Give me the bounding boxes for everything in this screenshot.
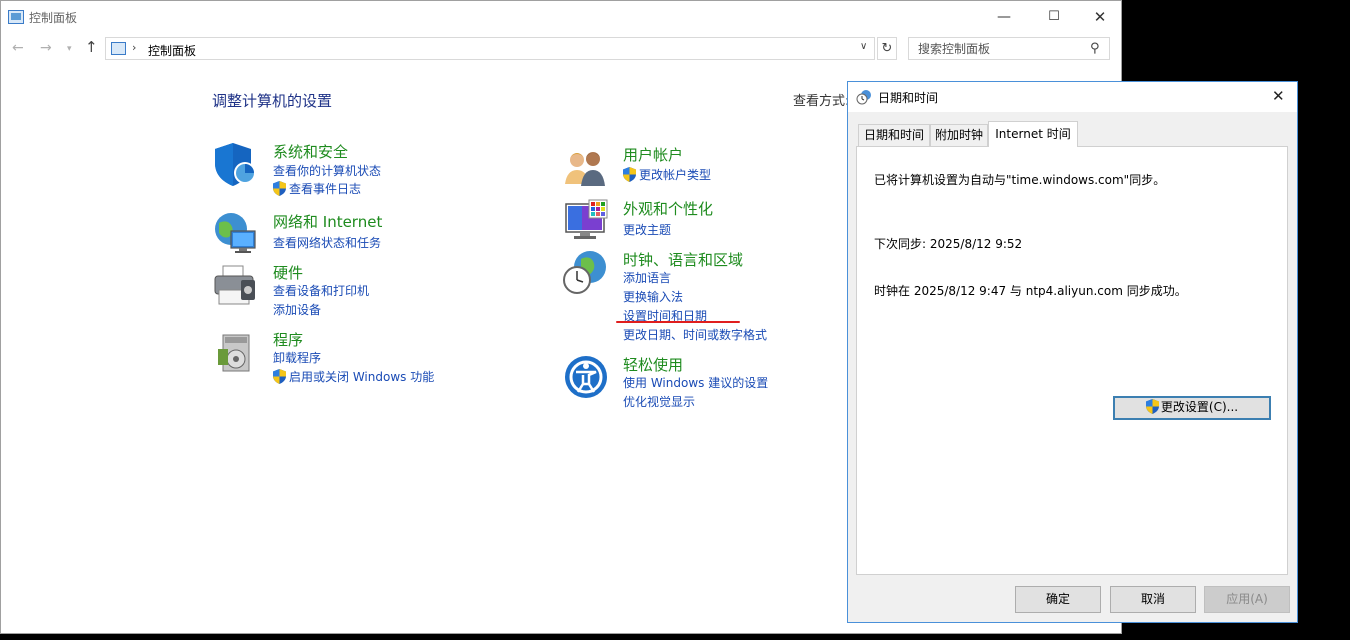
link-view-devices-printers[interactable]: 查看设备和打印机	[273, 282, 369, 299]
dialog-title-bar: 日期和时间 ✕	[848, 82, 1297, 112]
recent-locations-chevron-icon[interactable]: ▾	[67, 44, 72, 54]
category-programs: 程序 卸载程序 启用或关闭 Windows 功能	[213, 329, 473, 389]
category-user-accounts: 用户帐户 更改帐户类型	[563, 144, 823, 194]
security-shield-icon[interactable]	[213, 141, 259, 187]
uac-shield-icon	[273, 369, 286, 384]
category-title-network-internet[interactable]: 网络和 Internet	[273, 211, 382, 232]
dialog-title: 日期和时间	[878, 91, 939, 105]
link-change-theme[interactable]: 更改主题	[623, 221, 671, 238]
address-bar[interactable]: › 控制面板 ∨	[105, 37, 875, 60]
category-title-programs[interactable]: 程序	[273, 329, 303, 350]
category-title-system-security[interactable]: 系统和安全	[273, 141, 348, 162]
programs-icon[interactable]	[213, 329, 259, 375]
category-title-clock-language-region[interactable]: 时钟、语言和区域	[623, 249, 743, 270]
link-add-language[interactable]: 添加语言	[623, 269, 671, 286]
link-view-event-log-row[interactable]: 查看事件日志	[273, 180, 361, 197]
category-ease-of-access: 轻松使用 使用 Windows 建议的设置 优化视觉显示	[563, 354, 823, 409]
link-optimize-visual-display[interactable]: 优化视觉显示	[623, 393, 695, 410]
ok-button[interactable]: 确定	[1015, 586, 1101, 613]
sync-result: 时钟在 2025/8/12 9:47 与 ntp4.aliyun.com 同步成…	[874, 284, 1187, 298]
link-view-event-log[interactable]: 查看事件日志	[289, 182, 361, 196]
ease-of-access-icon[interactable]	[563, 354, 609, 400]
search-input[interactable]	[909, 38, 1084, 59]
cancel-button[interactable]: 取消	[1110, 586, 1196, 613]
users-icon[interactable]	[563, 144, 609, 190]
window-title: 控制面板	[29, 11, 78, 25]
close-icon[interactable]: ✕	[1272, 87, 1285, 105]
link-windows-features[interactable]: 启用或关闭 Windows 功能	[289, 370, 434, 384]
link-view-network-status[interactable]: 查看网络状态和任务	[273, 234, 381, 251]
breadcrumb-chevron-icon[interactable]: ›	[132, 41, 136, 54]
link-uninstall-program[interactable]: 卸载程序	[273, 349, 321, 366]
up-arrow-icon[interactable]: ↑	[85, 38, 98, 56]
minimize-button[interactable]: —	[981, 5, 1027, 29]
internet-time-panel: 已将计算机设置为自动与"time.windows.com"同步。 下次同步: 2…	[856, 146, 1288, 575]
close-button[interactable]: ✕	[1077, 5, 1123, 29]
category-title-user-accounts[interactable]: 用户帐户	[623, 144, 683, 165]
network-globe-icon[interactable]	[213, 211, 259, 257]
change-settings-label: 更改设置(C)...	[1160, 400, 1239, 414]
link-windows-features-row[interactable]: 启用或关闭 Windows 功能	[273, 368, 434, 385]
appearance-monitor-icon[interactable]	[563, 198, 609, 244]
link-view-computer-status[interactable]: 查看你的计算机状态	[273, 162, 381, 179]
category-title-appearance[interactable]: 外观和个性化	[623, 198, 713, 219]
control-panel-icon	[111, 42, 126, 55]
clock-globe-icon[interactable]	[563, 249, 609, 295]
category-network-internet: 网络和 Internet 查看网络状态和任务	[213, 211, 473, 261]
category-title-ease-of-access[interactable]: 轻松使用	[623, 354, 683, 375]
maximize-button[interactable]: ☐	[1031, 5, 1077, 29]
category-appearance: 外观和个性化 更改主题	[563, 198, 823, 243]
link-windows-recommended-settings[interactable]: 使用 Windows 建议的设置	[623, 374, 768, 391]
page-title: 调整计算机的设置	[212, 92, 333, 110]
sync-auto-status: 已将计算机设置为自动与"time.windows.com"同步。	[874, 173, 1166, 187]
link-change-account-type-row[interactable]: 更改帐户类型	[623, 166, 711, 183]
next-sync-time: 下次同步: 2025/8/12 9:52	[874, 237, 1023, 251]
link-add-device[interactable]: 添加设备	[273, 301, 321, 318]
link-change-account-type[interactable]: 更改帐户类型	[639, 168, 711, 182]
chevron-down-icon[interactable]: ∨	[860, 41, 867, 52]
search-box[interactable]: ⚲	[908, 37, 1110, 60]
navigation-bar: ← → ▾ ↑ › 控制面板 ∨ ↻ ⚲	[1, 35, 1121, 65]
tab-internet-time[interactable]: Internet 时间	[988, 121, 1078, 147]
refresh-button[interactable]: ↻	[877, 37, 897, 60]
change-settings-button[interactable]: 更改设置(C)...	[1113, 396, 1271, 420]
uac-shield-icon	[1146, 399, 1159, 414]
search-icon[interactable]: ⚲	[1090, 41, 1100, 56]
category-system-security: 系统和安全 查看你的计算机状态 查看事件日志	[213, 141, 473, 201]
category-title-hardware[interactable]: 硬件	[273, 262, 303, 283]
link-change-input-method[interactable]: 更换输入法	[623, 288, 683, 305]
uac-shield-icon	[273, 181, 286, 196]
date-time-dialog: 日期和时间 ✕ 日期和时间 附加时钟 Internet 时间 已将计算机设置为自…	[847, 81, 1298, 623]
view-by-label: 查看方式:	[793, 94, 850, 109]
date-time-icon	[856, 90, 871, 105]
category-clock-language-region: 时钟、语言和区域 添加语言 更换输入法 设置时间和日期 更改日期、时间或数字格式	[563, 249, 823, 344]
link-change-date-time-format[interactable]: 更改日期、时间或数字格式	[623, 326, 767, 343]
uac-shield-icon	[623, 167, 636, 182]
category-hardware: 硬件 查看设备和打印机 添加设备	[213, 262, 473, 322]
breadcrumb[interactable]: 控制面板	[148, 42, 196, 59]
apply-button[interactable]: 应用(A)	[1204, 586, 1290, 613]
back-arrow-icon[interactable]: ←	[12, 40, 24, 56]
forward-arrow-icon[interactable]: →	[40, 40, 52, 56]
tab-additional-clocks[interactable]: 附加时钟	[930, 124, 988, 146]
control-panel-icon	[8, 10, 24, 24]
annotation-underline	[616, 321, 740, 323]
tab-date-time[interactable]: 日期和时间	[858, 124, 930, 146]
printer-icon[interactable]	[213, 262, 259, 308]
title-bar: 控制面板 — ☐ ✕	[1, 1, 1121, 33]
